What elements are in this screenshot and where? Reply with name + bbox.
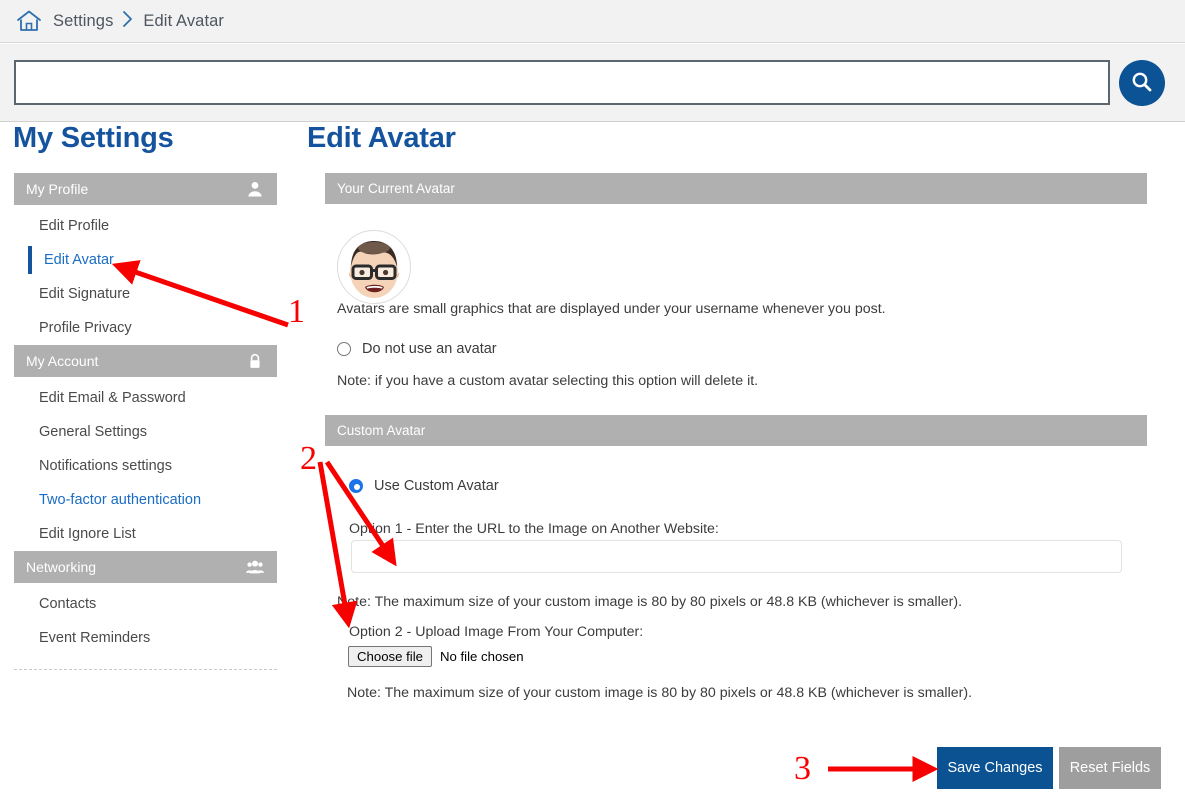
search-bar xyxy=(0,44,1185,122)
annotation-number-3: 3 xyxy=(794,750,811,787)
sidebar-item-label: Edit Ignore List xyxy=(39,526,136,542)
option1-label: Option 1 - Enter the URL to the Image on… xyxy=(349,521,719,537)
panel-header-label: Custom Avatar xyxy=(337,423,426,438)
radio-do-not-use-avatar[interactable]: Do not use an avatar xyxy=(337,341,497,357)
sidebar-item-edit-signature[interactable]: Edit Signature xyxy=(14,277,277,311)
sidebar-item-notifications-settings[interactable]: Notifications settings xyxy=(14,449,277,483)
sidebar-item-profile-privacy[interactable]: Profile Privacy xyxy=(14,311,277,345)
sidebar-item-edit-profile[interactable]: Edit Profile xyxy=(14,209,277,243)
sidebar-item-edit-ignore-list[interactable]: Edit Ignore List xyxy=(14,517,277,551)
search-icon xyxy=(1129,69,1155,98)
page-title: Edit Avatar xyxy=(307,122,456,154)
breadcrumb-item-edit-avatar: Edit Avatar xyxy=(143,11,225,30)
sidebar-item-label: Notifications settings xyxy=(39,458,172,474)
annotation-number-2: 2 xyxy=(300,440,317,477)
sidebar-item-edit-avatar[interactable]: Edit Avatar xyxy=(14,243,277,277)
sidebar-item-label: Event Reminders xyxy=(39,630,151,646)
radio-use-custom-avatar[interactable]: Use Custom Avatar xyxy=(349,478,499,494)
breadcrumb-bar: Settings Edit Avatar xyxy=(0,0,1185,43)
sidebar-item-label: Two-factor authentication xyxy=(39,492,202,508)
sidebar-item-edit-email-password[interactable]: Edit Email & Password xyxy=(14,381,277,415)
sidebar-item-label: General Settings xyxy=(39,424,148,440)
sidebar-item-label: Edit Avatar xyxy=(44,252,114,268)
user-icon xyxy=(245,180,265,198)
sidebar-group-label: Networking xyxy=(26,559,97,575)
home-icon[interactable] xyxy=(16,9,53,33)
panel-header-custom-avatar: Custom Avatar xyxy=(325,415,1147,446)
save-changes-button[interactable]: Save Changes xyxy=(937,747,1053,789)
lock-icon xyxy=(245,352,265,370)
sidebar: My Profile Edit Profile Edit Avatar Edit… xyxy=(14,173,277,670)
sidebar-item-label: Edit Email & Password xyxy=(39,390,186,406)
file-status-text: No file chosen xyxy=(439,649,524,664)
annotation-number-1: 1 xyxy=(288,293,305,330)
search-button[interactable] xyxy=(1119,60,1165,106)
sidebar-item-general-settings[interactable]: General Settings xyxy=(14,415,277,449)
sidebar-item-event-reminders[interactable]: Event Reminders xyxy=(14,621,277,655)
reset-fields-button[interactable]: Reset Fields xyxy=(1059,747,1161,789)
sidebar-group-label: My Profile xyxy=(26,181,89,197)
group-icon xyxy=(245,558,265,576)
option1-note: Note: The maximum size of your custom im… xyxy=(337,594,963,610)
radio-label: Use Custom Avatar xyxy=(374,478,499,494)
radio-indicator xyxy=(337,342,351,356)
sidebar-item-label: Edit Profile xyxy=(39,218,110,234)
choose-file-button[interactable]: Choose file xyxy=(348,646,432,667)
avatar-description: Avatars are small graphics that are disp… xyxy=(337,301,886,317)
sidebar-item-label: Edit Signature xyxy=(39,286,131,302)
sidebar-group-my-account: My Account xyxy=(14,345,277,377)
option2-note: Note: The maximum size of your custom im… xyxy=(347,685,973,701)
file-upload-row: Choose file No file chosen xyxy=(348,646,524,667)
panel-header-label: Your Current Avatar xyxy=(337,181,455,196)
sidebar-divider xyxy=(14,669,277,670)
radio-label: Do not use an avatar xyxy=(362,341,497,357)
no-avatar-note: Note: if you have a custom avatar select… xyxy=(337,373,759,389)
sidebar-group-my-profile: My Profile xyxy=(14,173,277,205)
sidebar-item-contacts[interactable]: Contacts xyxy=(14,587,277,621)
avatar-url-input[interactable] xyxy=(351,540,1122,573)
sidebar-group-label: My Account xyxy=(26,353,99,369)
sidebar-group-networking: Networking xyxy=(14,551,277,583)
sidebar-item-label: Contacts xyxy=(39,596,97,612)
option2-label: Option 2 - Upload Image From Your Comput… xyxy=(349,624,644,640)
avatar xyxy=(337,230,411,304)
sidebar-item-two-factor-authentication[interactable]: Two-factor authentication xyxy=(14,483,277,517)
panel-header-current-avatar: Your Current Avatar xyxy=(325,173,1147,204)
search-input[interactable] xyxy=(14,60,1110,105)
radio-indicator xyxy=(349,479,363,493)
sidebar-title: My Settings xyxy=(13,122,174,154)
sidebar-item-label: Profile Privacy xyxy=(39,320,132,336)
breadcrumb-item-settings[interactable]: Settings xyxy=(53,12,113,31)
chevron-right-icon xyxy=(122,10,134,33)
